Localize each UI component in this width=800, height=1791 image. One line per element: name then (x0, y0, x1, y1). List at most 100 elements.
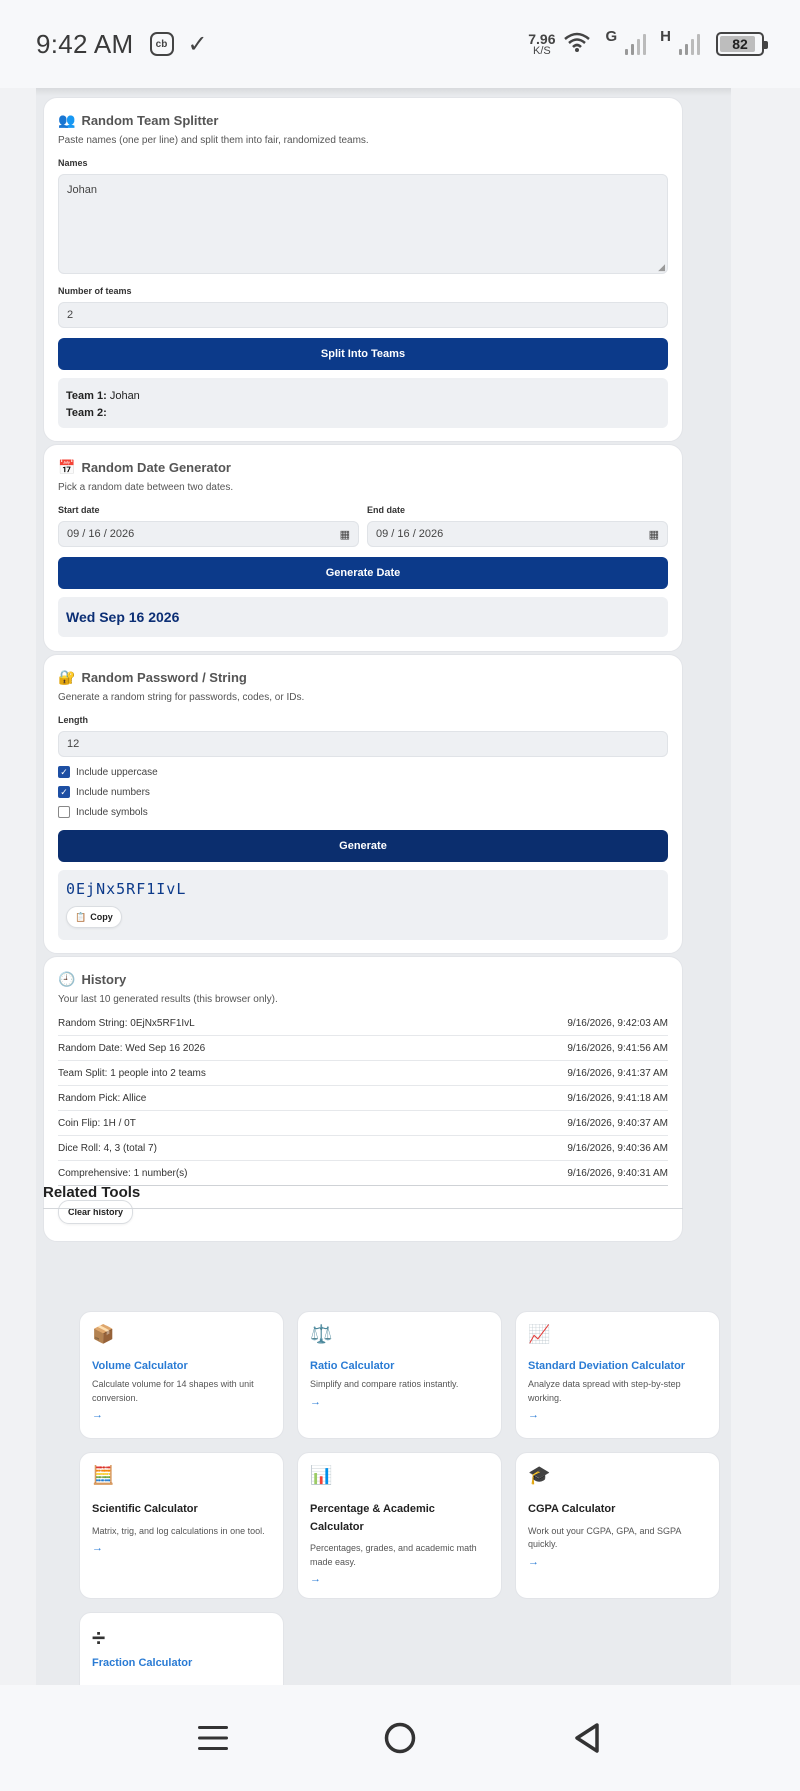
tool-name[interactable]: CGPA Calculator (528, 1501, 707, 1519)
network-speed: 7.96 K/S (528, 32, 555, 57)
history-row: Random Pick: Allice 9/16/2026, 9:41:18 AM (58, 1086, 668, 1111)
lock-key-icon: 🔐 (58, 669, 76, 685)
history-row: Random String: 0EjNx5RF1IvL 9/16/2026, 9:… (58, 1011, 668, 1036)
calendar-icon: 📅 (58, 459, 76, 475)
tool-desc: Simplify and compare ratios instantly. (310, 1379, 459, 1389)
length-label: Length (58, 715, 88, 725)
clear-history-button[interactable]: Clear history (58, 1200, 134, 1224)
history-row: Coin Flip: 1H / 0T 9/16/2026, 9:40:37 AM (58, 1111, 668, 1136)
generate-date-button[interactable]: Generate Date (58, 557, 668, 589)
length-value: 12 (67, 738, 80, 750)
tool-card-volume[interactable]: 📦 Volume Calculator Calculate volume for… (79, 1311, 284, 1439)
calendar-picker-icon[interactable]: ▦ (340, 528, 350, 541)
symbols-option[interactable]: Include symbols (58, 806, 668, 818)
symbols-checkbox[interactable] (58, 806, 70, 818)
chart-up-icon: 📈 (528, 1324, 551, 1344)
arrow-right-icon[interactable]: → (310, 1396, 489, 1408)
tool-name[interactable]: Volume Calculator (92, 1360, 271, 1372)
password-title-row: 🔐 Random Password / String (58, 669, 668, 686)
names-label: Names (58, 158, 88, 168)
numbers-checkbox[interactable]: ✓ (58, 786, 70, 798)
divide-icon: ÷ (92, 1625, 106, 1652)
start-date-value: 09 / 16 / 2026 (67, 528, 135, 540)
history-text: Dice Roll: 4, 3 (total 7) (58, 1142, 157, 1154)
home-icon[interactable] (370, 1708, 430, 1768)
history-text: Team Split: 1 people into 2 teams (58, 1067, 206, 1079)
password-result-box: 0EjNx5RF1IvL 📋 Copy (58, 870, 668, 940)
uppercase-option[interactable]: ✓ Include uppercase (58, 766, 668, 778)
teams-input[interactable]: 2 (58, 302, 668, 328)
tool-card-percentage[interactable]: 📊 Percentage & Academic Calculator Perce… (297, 1452, 502, 1599)
history-text: Random Date: Wed Sep 16 2026 (58, 1042, 206, 1054)
team-result-row: Team 1: Johan (66, 388, 660, 405)
related-divider (43, 1208, 683, 1209)
uppercase-label: Include uppercase (76, 766, 158, 778)
checkmark-icon: ✓ (187, 30, 208, 58)
date-range-row: Start date 09 / 16 / 2026 ▦ End date 09 … (58, 493, 668, 547)
tool-card-cgpa[interactable]: 🎓 CGPA Calculator Work out your CGPA, GP… (515, 1452, 720, 1599)
tool-desc: Work out your CGPA, GPA, and SGPA quickl… (528, 1525, 681, 1550)
tool-name[interactable]: Standard Deviation Calculator (528, 1360, 707, 1372)
date-generator-desc: Pick a random date between two dates. (58, 482, 234, 493)
history-row: Team Split: 1 people into 2 teams 9/16/20… (58, 1061, 668, 1086)
tool-card-std-dev[interactable]: 📈 Standard Deviation Calculator Analyze … (515, 1311, 720, 1439)
status-right: 7.96 K/S G H 82 (528, 27, 768, 58)
status-bar: 9:42 AM cb ✓ 7.96 K/S G H 82 (0, 0, 800, 88)
history-time: 9/16/2026, 9:42:03 AM (567, 1017, 668, 1029)
tool-name[interactable]: Fraction Calculator (92, 1657, 271, 1669)
history-time: 9/16/2026, 9:40:36 AM (567, 1142, 668, 1154)
tool-name[interactable]: Scientific Calculator (92, 1501, 271, 1519)
team-splitter-title: Random Team Splitter (81, 113, 219, 128)
date-generator-title: Random Date Generator (81, 460, 231, 475)
tool-desc: Percentages, grades, and academic math m… (310, 1543, 477, 1567)
history-time: 9/16/2026, 9:41:56 AM (567, 1042, 668, 1054)
history-time: 9/16/2026, 9:40:37 AM (567, 1117, 668, 1129)
wifi-icon (563, 31, 591, 58)
tool-name[interactable]: Ratio Calculator (310, 1360, 489, 1372)
clipboard-icon: 📋 (75, 911, 87, 922)
password-desc: Generate a random string for passwords, … (58, 692, 305, 703)
names-textarea[interactable]: Johan ◢ (58, 174, 668, 274)
team-1-label: Team 1: (66, 390, 107, 402)
split-teams-button[interactable]: Split Into Teams (58, 338, 668, 370)
back-icon[interactable] (557, 1708, 617, 1768)
numbers-option[interactable]: ✓ Include numbers (58, 786, 668, 798)
password-title: Random Password / String (81, 670, 247, 685)
tool-name[interactable]: Percentage & Academic Calculator (310, 1501, 489, 1536)
team-splitter-card: 👥 Random Team Splitter Paste names (one … (43, 97, 683, 442)
date-result: Wed Sep 16 2026 (58, 597, 668, 637)
signal-2-icon (679, 33, 700, 55)
arrow-right-icon[interactable]: → (528, 1409, 707, 1421)
network-type-2: H (660, 27, 671, 45)
copy-button[interactable]: 📋 Copy (66, 906, 122, 928)
signal-1-icon (625, 33, 647, 55)
end-date-value: 09 / 16 / 2026 (376, 528, 444, 540)
tool-desc: Matrix, trig, and log calculations in on… (92, 1525, 265, 1536)
history-text: Random String: 0EjNx5RF1IvL (58, 1017, 195, 1029)
calendar-picker-icon[interactable]: ▦ (649, 528, 659, 541)
history-desc: Your last 10 generated results (this bro… (58, 994, 278, 1005)
numbers-label: Include numbers (76, 786, 150, 798)
history-row: Dice Roll: 4, 3 (total 7) 9/16/2026, 9:40… (58, 1136, 668, 1161)
resize-handle-icon[interactable]: ◢ (658, 262, 665, 273)
start-date-input[interactable]: 09 / 16 / 2026 ▦ (58, 521, 359, 547)
length-input[interactable]: 12 (58, 731, 668, 757)
names-value: Johan (67, 184, 97, 196)
generate-password-button[interactable]: Generate (58, 830, 668, 862)
team-splitter-desc: Paste names (one per line) and split the… (58, 135, 369, 146)
arrow-right-icon[interactable]: → (310, 1573, 489, 1585)
uppercase-checkbox[interactable]: ✓ (58, 766, 70, 778)
tool-card-ratio[interactable]: ⚖️ Ratio Calculator Simplify and compare… (297, 1311, 502, 1439)
arrow-right-icon[interactable]: → (528, 1556, 707, 1568)
end-date-group: End date 09 / 16 / 2026 ▦ (367, 493, 668, 547)
history-text: Random Pick: Allice (58, 1092, 147, 1104)
history-time: 9/16/2026, 9:41:18 AM (567, 1092, 668, 1104)
date-generator-title-row: 📅 Random Date Generator (58, 459, 668, 476)
status-time: 9:42 AM (36, 28, 134, 59)
tool-card-scientific[interactable]: 🧮 Scientific Calculator Matrix, trig, an… (79, 1452, 284, 1599)
menu-icon[interactable] (183, 1708, 243, 1768)
end-date-input[interactable]: 09 / 16 / 2026 ▦ (367, 521, 668, 547)
arrow-right-icon[interactable]: → (92, 1409, 271, 1421)
grad-cap-icon: 🎓 (528, 1465, 551, 1485)
arrow-right-icon[interactable]: → (92, 1542, 271, 1554)
